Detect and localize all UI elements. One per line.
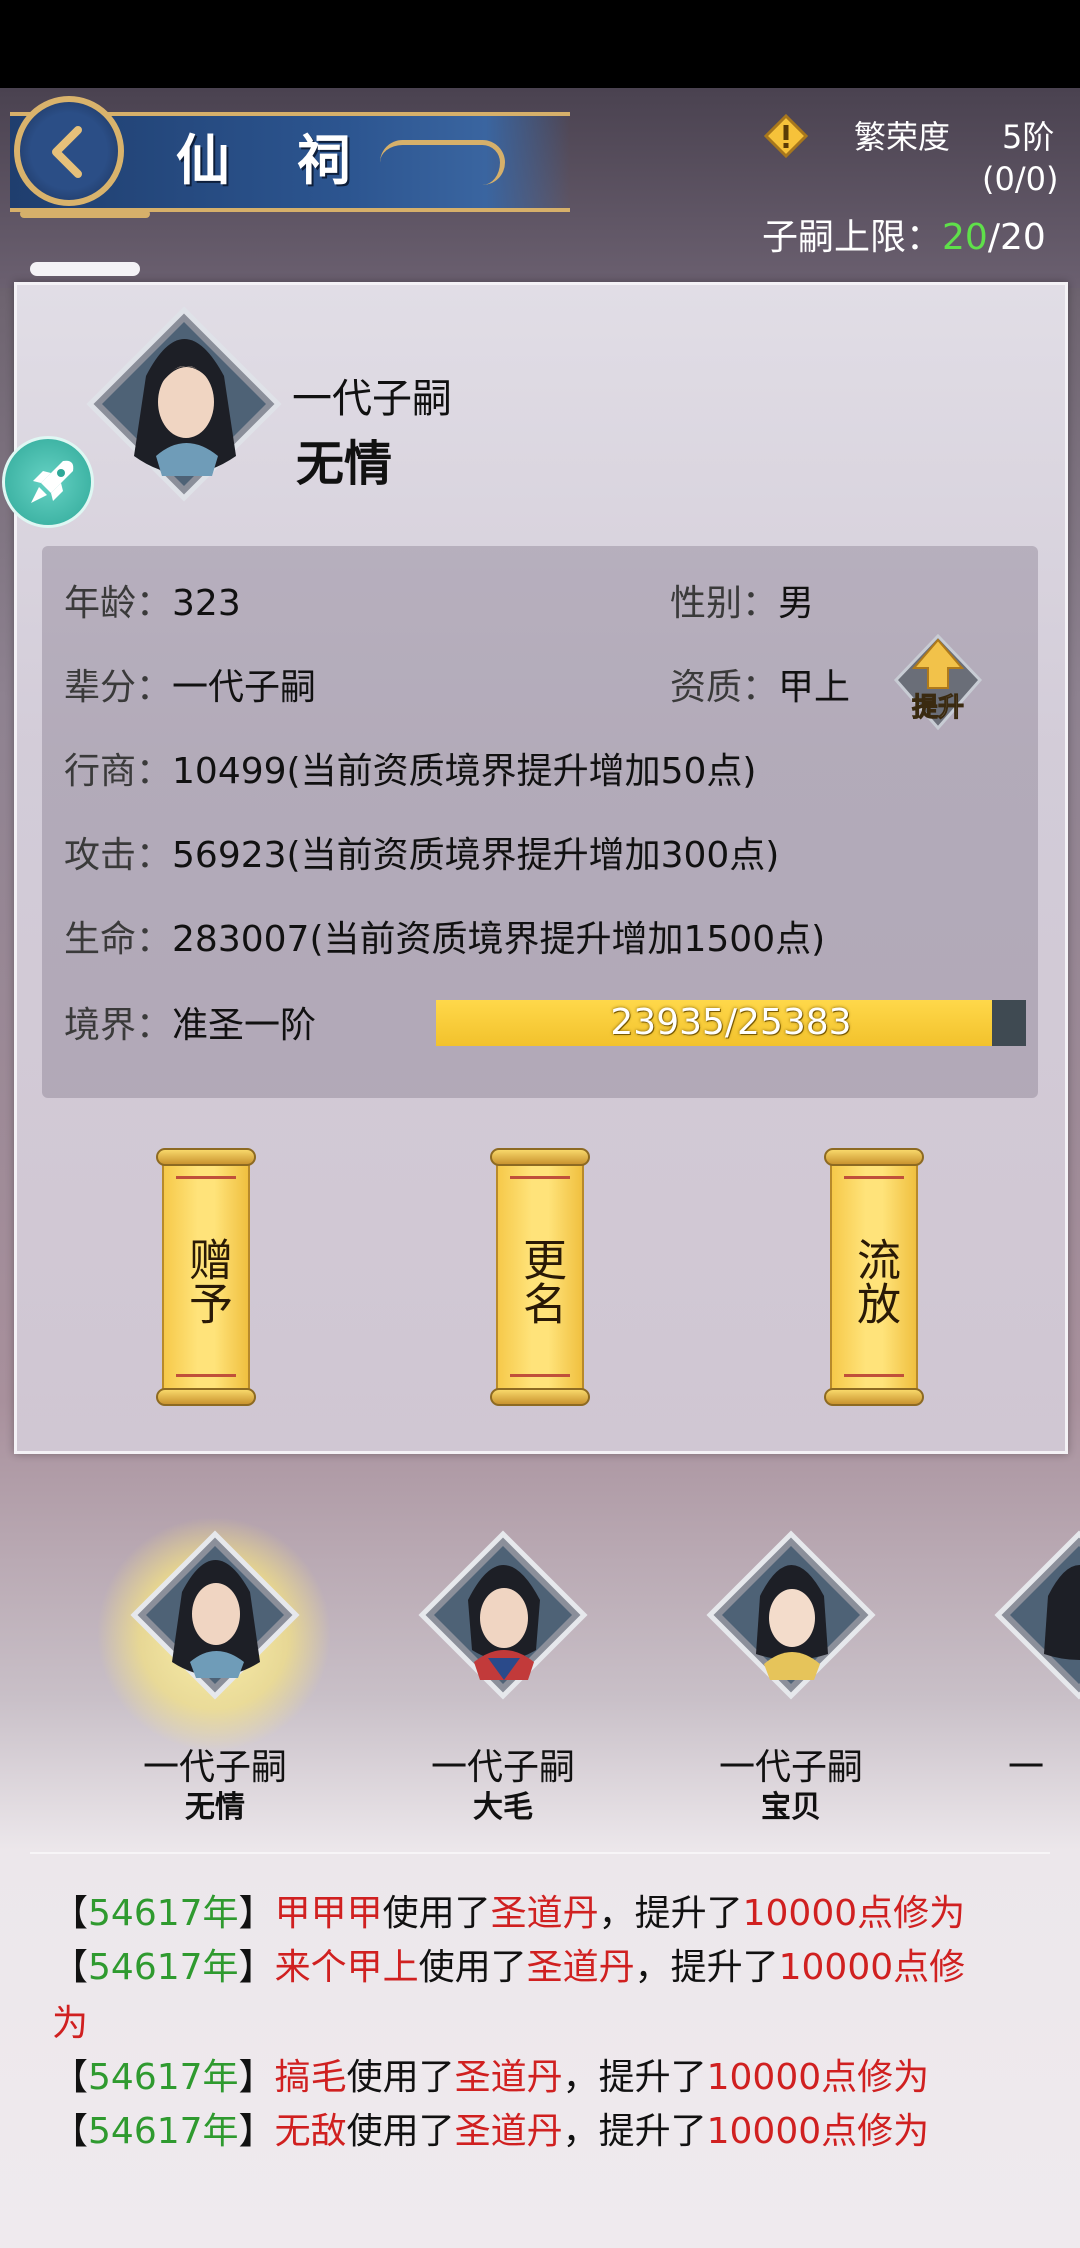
heir-portrait-avatar [86, 306, 282, 502]
stat-attack: 攻击：56923(当前资质境界提升增加300点) [64, 835, 780, 876]
log-line: 【54617年】甲甲甲使用了圣道丹，提升了10000点修为 [52, 1893, 966, 1934]
heir-card-3[interactable]: 一代子嗣 宝贝 [676, 1520, 906, 1825]
stat-aptitude: 资质：甲上 [670, 667, 851, 708]
prosperity-progress: (0/0) [982, 160, 1059, 198]
gift-button[interactable]: 赠予 [156, 1148, 256, 1406]
log-line: 【54617年】无敌使用了圣道丹，提升了10000点修为 [52, 2111, 930, 2152]
heir-card-name: 宝贝 [761, 1790, 821, 1825]
exile-label: 流放 [849, 1237, 900, 1325]
heir-avatar [130, 1530, 300, 1700]
heir-name: 无情 [296, 436, 393, 492]
gift-label: 赠予 [181, 1237, 232, 1325]
cloud-ornament [380, 140, 505, 185]
page-title: 仙 祠 [176, 128, 375, 192]
log-line-wrap: 为 [52, 2003, 89, 2044]
log-divider [30, 1852, 1050, 1854]
stat-trade: 行商：10499(当前资质境界提升增加50点) [64, 751, 757, 792]
log-line: 【54617年】来个甲上使用了圣道丹，提升了10000点修 [52, 1947, 966, 1988]
upgrade-label: 提升 [912, 693, 964, 723]
heir-card-generation: 一 [1008, 1747, 1045, 1788]
upgrade-aptitude-button[interactable]: 提升 [892, 632, 984, 736]
realm-progress-bar: 23935/25383 [436, 1000, 1026, 1046]
rename-label: 更名 [515, 1237, 566, 1325]
cloud-ornament-line [20, 210, 150, 218]
realm-progress-text: 23935/25383 [610, 1002, 852, 1043]
warning-icon[interactable] [764, 114, 808, 158]
heir-avatar [418, 1530, 588, 1700]
rocket-icon [31, 460, 74, 503]
heir-card-name: 无情 [185, 1790, 245, 1825]
heir-card-name: 大毛 [473, 1790, 533, 1825]
stat-rank: 辈分：一代子嗣 [64, 667, 317, 708]
heir-limit-max: /20 [987, 217, 1046, 258]
heir-limit-current: 20 [942, 217, 988, 258]
heir-avatar [706, 1530, 876, 1700]
panel-tab-decoration [30, 262, 140, 276]
rocket-button[interactable] [2, 436, 94, 528]
heir-card-2[interactable]: 一代子嗣 大毛 [388, 1520, 618, 1825]
rename-button[interactable]: 更名 [490, 1148, 590, 1406]
chevron-left-icon [52, 126, 82, 178]
status-bar [0, 0, 1080, 88]
stat-gender: 性别：男 [670, 583, 815, 624]
stat-age: 年龄：323 [64, 583, 241, 624]
heir-avatar [994, 1530, 1080, 1700]
heir-card-4[interactable]: 一 [964, 1520, 1080, 1820]
prosperity-rank: 5阶 [1002, 118, 1055, 156]
stat-realm: 境界：准圣一阶 [64, 1005, 317, 1046]
heir-limit-label: 子嗣上限： [762, 217, 943, 258]
heir-generation: 一代子嗣 [292, 376, 452, 422]
heir-limit: 子嗣上限：20/20 [762, 208, 1046, 260]
back-button[interactable] [14, 96, 124, 206]
heir-card-1[interactable]: 一代子嗣 无情 [100, 1520, 330, 1825]
stat-life: 生命：283007(当前资质境界提升增加1500点) [64, 919, 826, 960]
log-line: 【54617年】搞毛使用了圣道丹，提升了10000点修为 [52, 2057, 930, 2098]
exile-button[interactable]: 流放 [824, 1148, 924, 1406]
prosperity-label: 繁荣度 [854, 118, 951, 156]
